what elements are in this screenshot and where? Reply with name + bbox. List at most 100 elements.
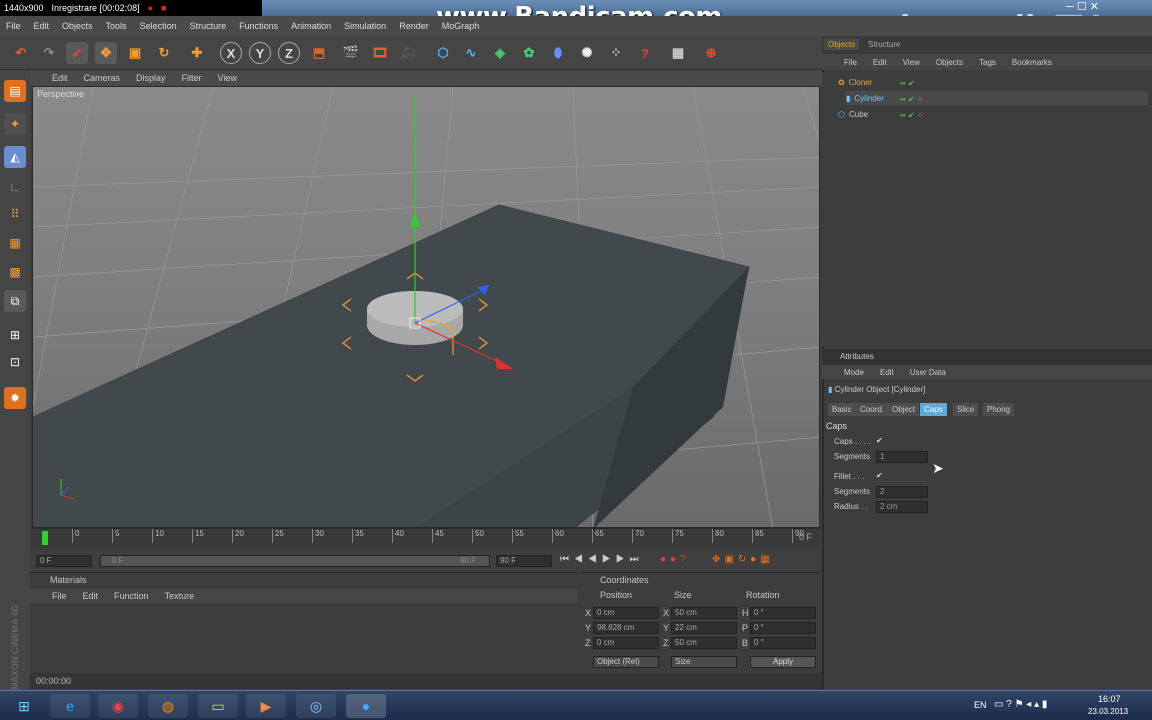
redo-icon[interactable]: ↷ xyxy=(38,42,60,64)
tweak-icon[interactable]: ⊡ xyxy=(4,351,26,373)
tab-caps[interactable]: Caps xyxy=(920,403,947,416)
record-icon[interactable]: ● xyxy=(148,3,153,13)
position-y-field[interactable]: 98.828 cm xyxy=(593,622,659,634)
size-mode-dropdown[interactable]: Size xyxy=(671,656,737,668)
position-x-field[interactable]: 0 cm xyxy=(593,607,659,619)
texture-mode-icon[interactable]: ✦ xyxy=(4,113,26,135)
add-icon[interactable]: ✚ xyxy=(186,42,208,64)
spline-icon[interactable]: ∿ xyxy=(460,42,482,64)
cap-segments-field[interactable]: 1 xyxy=(876,451,928,463)
mat-menu-edit[interactable]: Edit xyxy=(83,591,99,601)
ie-icon[interactable]: e xyxy=(50,694,90,718)
render-picture-icon[interactable]: 🎞 xyxy=(369,42,391,64)
menu-mograph[interactable]: MoGraph xyxy=(442,21,480,31)
tab-structure[interactable]: Structure xyxy=(864,39,904,50)
rotation-b-field[interactable]: 0 ° xyxy=(750,637,816,649)
menu-structure[interactable]: Structure xyxy=(190,21,227,31)
menu-objects[interactable]: Objects xyxy=(62,21,93,31)
media-player-icon[interactable]: ▶ xyxy=(246,694,286,718)
move-icon[interactable]: ✥ xyxy=(95,42,117,64)
vp-menu-filter[interactable]: Filter xyxy=(182,73,202,83)
chrome-icon[interactable]: ◉ xyxy=(98,694,138,718)
object-row-cube[interactable]: ⬡ Cube xyxy=(838,107,868,121)
menu-functions[interactable]: Functions xyxy=(239,21,278,31)
transport-buttons[interactable]: ⏮◀◀▶▶⏭ xyxy=(560,554,644,565)
om-menu-edit[interactable]: Edit xyxy=(873,58,887,67)
attr-menu-edit[interactable]: Edit xyxy=(880,368,894,377)
key-mode-icons[interactable]: ✥▣↻●▦ xyxy=(712,554,774,565)
om-menu-bookmarks[interactable]: Bookmarks xyxy=(1012,58,1052,67)
caps-checkbox[interactable]: ✔ xyxy=(876,436,888,447)
sculpt-icon[interactable]: ✸ xyxy=(4,387,26,409)
firefox-icon[interactable]: ◍ xyxy=(148,694,188,718)
points-mode-icon[interactable]: ⠿ xyxy=(4,203,26,225)
menu-tools[interactable]: Tools xyxy=(106,21,127,31)
mat-menu-texture[interactable]: Texture xyxy=(165,591,195,601)
position-z-field[interactable]: 0 cm xyxy=(593,637,659,649)
mat-menu-file[interactable]: File xyxy=(52,591,67,601)
object-mode-icon[interactable]: ⧉ xyxy=(4,290,26,312)
deformer-icon[interactable]: ⬮ xyxy=(547,42,569,64)
window-controls[interactable]: ─ ☐ ✕ xyxy=(1066,0,1099,13)
coord-mode-dropdown[interactable]: Object (Rel) xyxy=(593,656,659,668)
tab-phong[interactable]: Phong xyxy=(983,403,1015,416)
scene-icon[interactable]: ✺ xyxy=(576,42,598,64)
om-menu-view[interactable]: View xyxy=(903,58,920,67)
visibility-checks[interactable]: •• ✔ •• ✔ ⁘ •• ✔ ⁘ xyxy=(900,76,923,124)
vp-menu-cameras[interactable]: Cameras xyxy=(84,73,121,83)
om-menu-tags[interactable]: Tags xyxy=(979,58,996,67)
fillet-radius-field[interactable]: 2 cm xyxy=(876,501,928,513)
tab-basic[interactable]: Basic xyxy=(828,403,856,416)
z-axis-icon[interactable]: Z xyxy=(278,42,300,64)
om-menu-objects[interactable]: Objects xyxy=(936,58,963,67)
record-keys-icons[interactable]: ●●? xyxy=(660,554,690,565)
render-view-icon[interactable]: 🎬 xyxy=(340,42,362,64)
vp-menu-display[interactable]: Display xyxy=(136,73,166,83)
layout-icon[interactable]: ▦ xyxy=(667,42,689,64)
size-x-field[interactable]: 50 cm xyxy=(671,607,737,619)
environment-icon[interactable]: ⁘ xyxy=(605,42,627,64)
tray-icons[interactable]: ▭ ? ⚑ ◂ ▴ ▮ xyxy=(994,699,1047,710)
attr-menu-mode[interactable]: Mode xyxy=(844,368,864,377)
render-settings-icon[interactable]: 🎥 xyxy=(398,42,420,64)
viewport-perspective[interactable]: Perspective ✥ ↕ ⟲ ▢ xyxy=(32,86,820,528)
edges-mode-icon[interactable]: ▦ xyxy=(4,232,26,254)
om-menu-file[interactable]: File xyxy=(844,58,857,67)
object-row-cylinder[interactable]: ▮ Cylinder xyxy=(846,91,1148,105)
axis-mode-icon[interactable]: ∟ xyxy=(4,176,26,198)
timeline-ruler[interactable]: 0 5 10 15 20 25 30 35 40 45 50 55 60 65 70 75 80 85 90 0 F xyxy=(32,528,820,548)
undo-icon[interactable]: ↶ xyxy=(10,42,32,64)
polygons-mode-icon[interactable]: ▩ xyxy=(4,261,26,283)
nurbs-icon[interactable]: ◈ xyxy=(489,42,511,64)
object-row-cloner[interactable]: ✿ Cloner xyxy=(838,75,872,89)
vp-menu-edit[interactable]: Edit xyxy=(52,73,68,83)
playhead[interactable] xyxy=(42,531,48,545)
mat-menu-function[interactable]: Function xyxy=(114,591,149,601)
tab-slice[interactable]: Slice xyxy=(953,403,979,416)
rotate-icon[interactable]: ↻ xyxy=(153,42,175,64)
live-selection-icon[interactable]: ➶ xyxy=(66,42,88,64)
mograph-icon[interactable]: ✿ xyxy=(518,42,540,64)
workplane-icon[interactable]: ◭ xyxy=(4,146,26,168)
menu-animation[interactable]: Animation xyxy=(291,21,331,31)
end-frame-field[interactable]: 90 F xyxy=(496,555,552,567)
cinema4d-task-icon[interactable]: ◎ xyxy=(296,694,336,718)
fillet-segments-field[interactable]: 2 xyxy=(876,486,928,498)
menu-simulation[interactable]: Simulation xyxy=(344,21,386,31)
y-axis-icon[interactable]: Y xyxy=(249,42,271,64)
attr-menu-userdata[interactable]: User Data xyxy=(910,368,946,377)
snap-icon[interactable]: ⊞ xyxy=(4,324,26,346)
explorer-icon[interactable]: ▭ xyxy=(198,694,238,718)
cube-object-icon[interactable]: ⬡ xyxy=(432,42,454,64)
python-icon[interactable]: ⊕ xyxy=(700,42,722,64)
apply-button[interactable]: Apply xyxy=(750,656,816,668)
help-icon[interactable]: ? xyxy=(634,42,656,64)
start-button-icon[interactable]: ⊞ xyxy=(4,694,44,718)
clock-date[interactable]: 23.03.2013 xyxy=(1088,707,1128,716)
menu-selection[interactable]: Selection xyxy=(140,21,177,31)
tab-object[interactable]: Object xyxy=(888,403,920,416)
stop-icon[interactable]: ■ xyxy=(161,3,166,13)
size-y-field[interactable]: 22 cm xyxy=(671,622,737,634)
tab-objects[interactable]: Objects xyxy=(824,39,860,50)
menu-file[interactable]: File xyxy=(6,21,21,31)
